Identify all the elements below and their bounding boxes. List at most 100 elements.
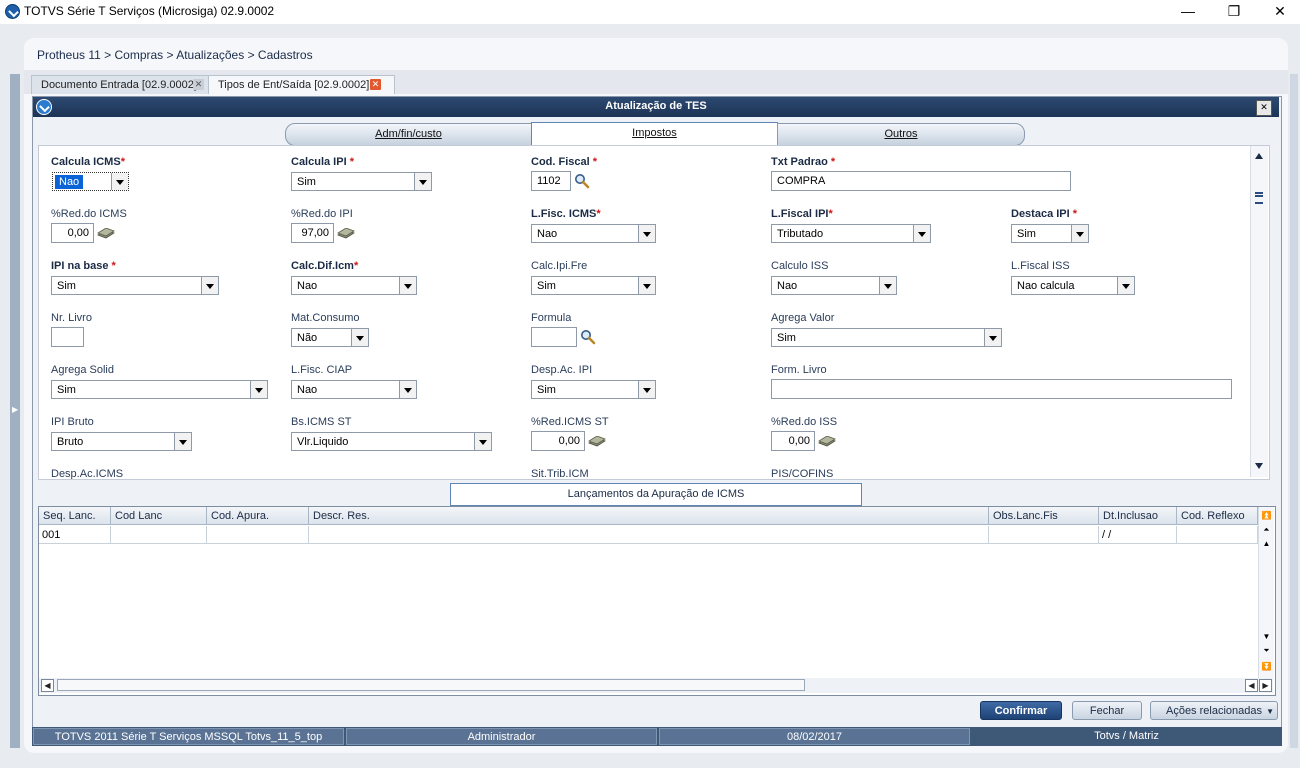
calculator-icon[interactable] [97, 228, 115, 239]
desp-ac-ipi-label: Desp.Ac. IPI [531, 364, 593, 376]
lfisc-ciap-select[interactable]: Nao [291, 380, 417, 399]
col-dt-inclusao[interactable]: Dt.Inclusao [1099, 507, 1177, 525]
chevron-down-icon [399, 277, 416, 294]
calc-dif-icm-select[interactable]: Nao [291, 276, 417, 295]
minimize-button[interactable]: — [1178, 2, 1198, 20]
txt-padrao-input[interactable]: COMPRA [771, 171, 1071, 191]
tab-outros[interactable]: Outros [777, 123, 1025, 146]
tab-adm-fin-custo[interactable]: Adm/fin/custo [285, 123, 532, 146]
lfisc-icms-label: L.Fisc. ICMS* [531, 208, 601, 220]
close-button[interactable]: Fechar [1072, 701, 1142, 720]
related-actions-button[interactable]: Ações relacionadas ▼ [1150, 701, 1278, 720]
status-branch: Totvs / Matriz [972, 728, 1281, 745]
form-livro-input[interactable] [771, 379, 1232, 399]
scroll-bottom-icon[interactable]: ⏬ [1261, 661, 1272, 672]
chevron-down-icon [879, 277, 896, 294]
ipi-bruto-select[interactable]: Bruto [51, 432, 192, 451]
scroll-left-icon[interactable]: ◀ [1245, 679, 1258, 692]
formula-input[interactable] [531, 327, 577, 347]
cod-fiscal-input[interactable]: 1102 [531, 171, 571, 191]
calc-ipi-fre-select[interactable]: Sim [531, 276, 656, 295]
red-ipi-label: %Red.do IPI [291, 208, 353, 220]
maximize-button[interactable]: ❐ [1224, 2, 1244, 20]
col-cod-reflexo[interactable]: Cod. Reflexo [1177, 507, 1258, 525]
dialog-title: Atualização de TES [605, 100, 707, 112]
close-tab-icon[interactable]: ✕ [370, 79, 381, 90]
grid-section-title: Lançamentos da Apuração de ICMS [450, 483, 862, 506]
calculo-iss-label: Calculo ISS [771, 260, 829, 272]
calculator-icon[interactable] [337, 228, 355, 239]
chevron-down-icon [984, 329, 1001, 346]
chevron-down-icon [174, 433, 191, 450]
scroll-page-up-icon[interactable]: ⏶ [1261, 524, 1272, 535]
lfisc-icms-select[interactable]: Nao [531, 224, 656, 243]
search-icon[interactable] [574, 173, 590, 189]
destaca-ipi-select[interactable]: Sim [1011, 224, 1089, 243]
close-window-button[interactable]: ✕ [1270, 2, 1290, 20]
scroll-thumb-icon [1255, 192, 1263, 204]
tab-tipos-ent-saida[interactable]: Tipos de Ent/Saída [02.9.0002] ✕ [208, 75, 395, 94]
scroll-right-icon[interactable]: ▶ [1259, 679, 1272, 692]
status-environment: TOTVS 2011 Série T Serviços MSSQL Totvs_… [33, 728, 344, 745]
agrega-valor-select[interactable]: Sim [771, 328, 1002, 347]
confirm-button[interactable]: Confirmar [980, 701, 1062, 720]
calcula-icms-label: Calcula ICMS* [51, 156, 125, 168]
col-cod-apura[interactable]: Cod. Apura. [207, 507, 309, 525]
chevron-down-icon: ▼ [1266, 707, 1274, 716]
close-dialog-button[interactable]: ✕ [1256, 100, 1272, 116]
red-icms-label: %Red.do ICMS [51, 208, 127, 220]
red-icms-input[interactable]: 0,00 [51, 223, 94, 243]
calculator-icon[interactable] [818, 436, 836, 447]
agrega-valor-label: Agrega Valor [771, 312, 835, 324]
col-seq-lanc[interactable]: Seq. Lanc. [39, 507, 111, 525]
col-descr-res[interactable]: Descr. Res. [309, 507, 989, 525]
grid-scrollbar[interactable]: ⏫ ⏶ ▲ ▼ ⏷ ⏬ [1258, 507, 1274, 679]
form-scrollbar[interactable] [1250, 146, 1268, 477]
table-cell[interactable]: / / [1099, 526, 1177, 544]
tab-impostos[interactable]: Impostos [531, 122, 778, 146]
ipi-na-base-select[interactable]: Sim [51, 276, 219, 295]
calculo-iss-select[interactable]: Nao [771, 276, 897, 295]
lfiscal-ipi-select[interactable]: Tributado [771, 224, 931, 243]
scroll-up-icon[interactable]: ▲ [1261, 538, 1272, 549]
col-obs-lanc-fis[interactable]: Obs.Lanc.Fis [989, 507, 1099, 525]
scroll-thumb[interactable] [57, 679, 805, 691]
agrega-solid-select[interactable]: Sim [51, 380, 268, 399]
table-cell[interactable] [309, 526, 989, 544]
chevron-down-icon [111, 173, 128, 190]
table-cell[interactable] [989, 526, 1099, 544]
scroll-left-icon[interactable]: ◀ [41, 679, 54, 692]
table-cell[interactable]: 001 [39, 526, 111, 544]
bs-icms-st-label: Bs.ICMS ST [291, 416, 352, 428]
status-date: 08/02/2017 [659, 728, 970, 745]
breadcrumb: Protheus 11 > Compras > Atualizações > C… [37, 48, 313, 62]
calcula-ipi-select[interactable]: Sim [291, 172, 432, 191]
lfiscal-iss-select[interactable]: Nao calcula [1011, 276, 1135, 295]
desp-ac-ipi-select[interactable]: Sim [531, 380, 656, 399]
form-livro-label: Form. Livro [771, 364, 827, 376]
calcula-icms-select[interactable]: Nao [52, 172, 129, 191]
lfiscal-ipi-label: L.Fiscal IPI* [771, 208, 833, 220]
calculator-icon[interactable] [588, 436, 606, 447]
col-cod-lanc[interactable]: Cod Lanc [111, 507, 207, 525]
table-cell[interactable] [1177, 526, 1258, 544]
nr-livro-input[interactable] [51, 327, 84, 347]
red-iss-input[interactable]: 0,00 [771, 431, 815, 451]
tab-documento-entrada[interactable]: Documento Entrada [02.9.0002] ✕ [31, 75, 218, 94]
red-ipi-input[interactable]: 97,00 [291, 223, 334, 243]
pis-cofins-label: PIS/COFINS [771, 468, 834, 480]
scroll-top-icon[interactable]: ⏫ [1261, 510, 1272, 521]
ipi-na-base-label: IPI na base * [51, 260, 116, 272]
scroll-down-icon[interactable]: ▼ [1261, 631, 1272, 642]
chevron-down-icon [250, 381, 267, 398]
bs-icms-st-select[interactable]: Vlr.Liquido [291, 432, 492, 451]
close-tab-icon[interactable]: ✕ [193, 79, 204, 90]
mat-consumo-select[interactable]: Não [291, 328, 369, 347]
table-cell[interactable] [111, 526, 207, 544]
scroll-page-down-icon[interactable]: ⏷ [1261, 645, 1272, 656]
mat-consumo-label: Mat.Consumo [291, 312, 360, 324]
red-icms-st-input[interactable]: 0,00 [531, 431, 585, 451]
red-icms-st-label: %Red.ICMS ST [531, 416, 609, 428]
search-icon[interactable] [580, 329, 596, 345]
table-cell[interactable] [207, 526, 309, 544]
